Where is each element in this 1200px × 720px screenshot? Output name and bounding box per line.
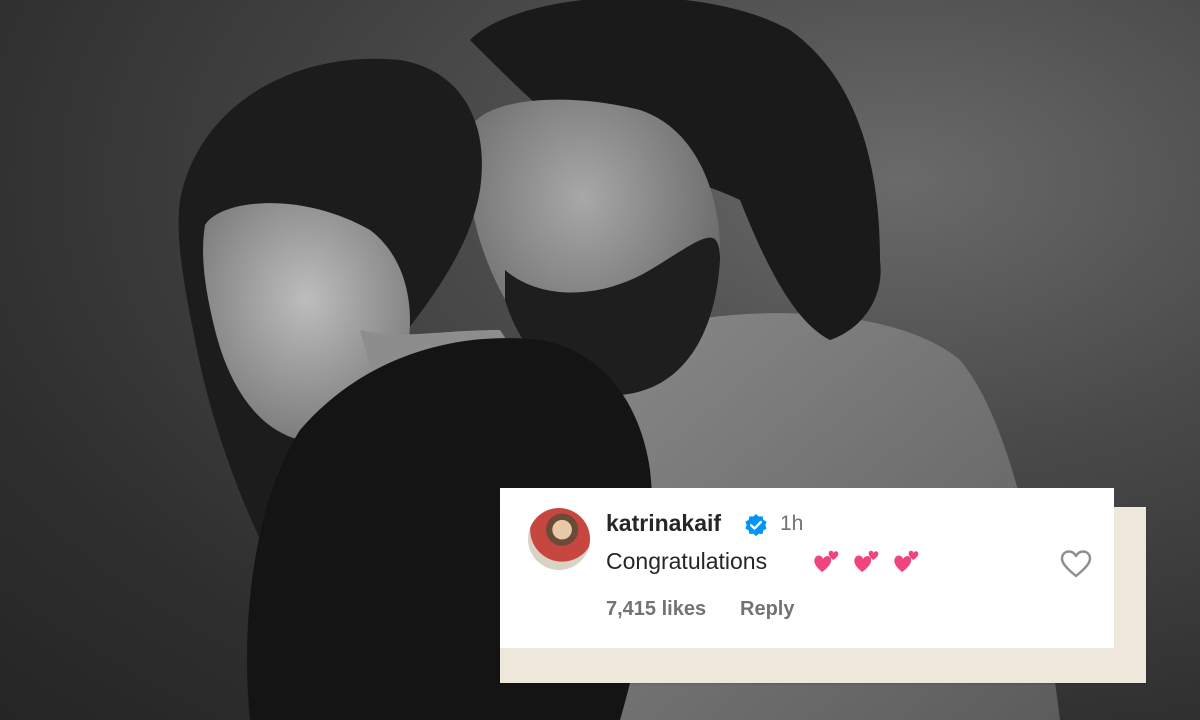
comment-text: Congratulations [606, 548, 768, 574]
like-heart-icon[interactable] [1060, 549, 1092, 579]
verified-badge-icon [745, 514, 767, 537]
comment-card: katrinakaif 1h Congratulations 7,415 lik… [500, 488, 1114, 648]
comment-username[interactable]: katrinakaif [606, 510, 721, 537]
reply-button[interactable]: Reply [740, 598, 794, 621]
comment-time: 1h [780, 512, 804, 535]
two-hearts-icon [894, 550, 919, 572]
likes-count[interactable]: 7,415 likes [606, 598, 706, 621]
two-hearts-icon [854, 550, 879, 572]
two-hearts-icon [814, 550, 839, 572]
emoji-group [812, 546, 922, 576]
avatar[interactable] [528, 508, 590, 570]
